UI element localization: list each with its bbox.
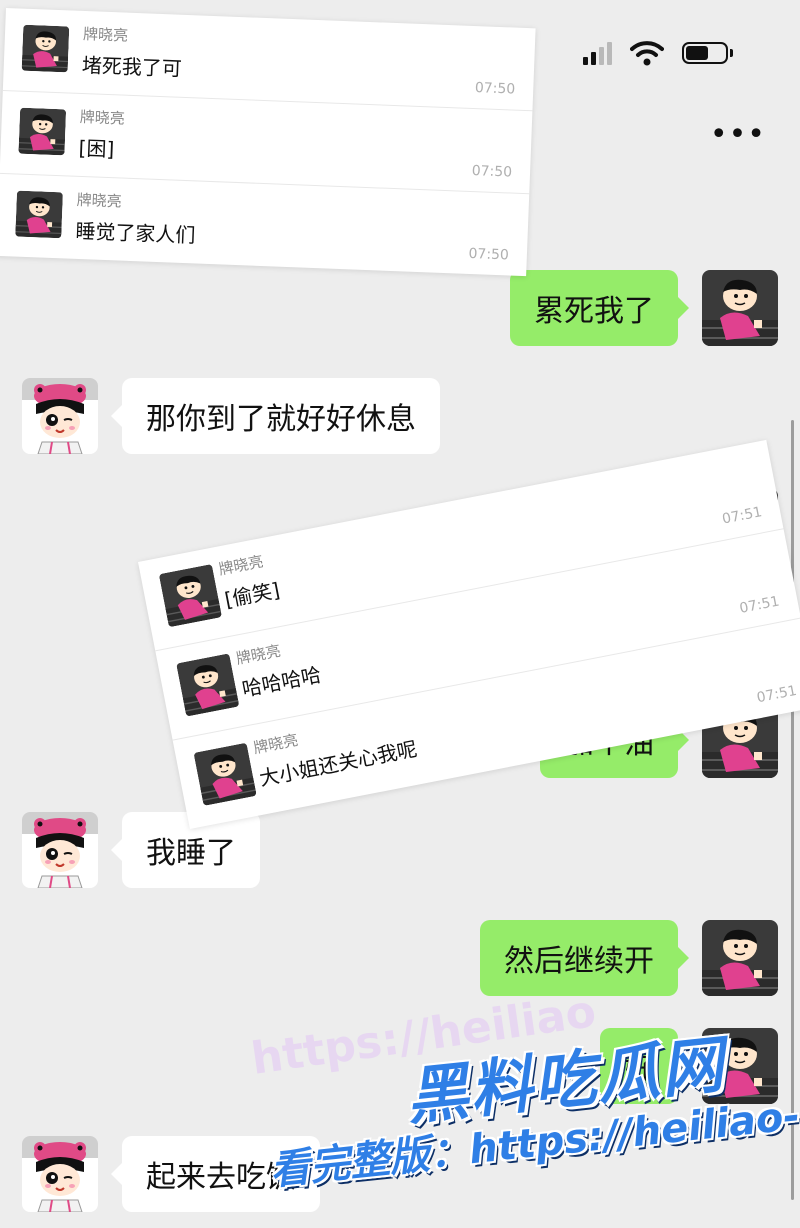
notification-card: 牌晓亮 堵死我了可 07:50 牌晓亮 [困] 07:50 牌晓亮 睡觉了家人们… <box>0 8 536 277</box>
wifi-icon <box>630 41 664 66</box>
avatar <box>18 107 67 156</box>
battery-level <box>686 46 708 60</box>
message-bubble-out[interactable]: 累死我了 <box>510 270 689 346</box>
message-text: [困] <box>78 135 115 162</box>
avatar <box>15 190 63 239</box>
message-bubble-in[interactable]: 那你到了就好好休息 <box>111 378 440 454</box>
avatar-contact[interactable] <box>22 812 98 888</box>
avatar-contact[interactable] <box>22 378 98 454</box>
avatar-self[interactable] <box>702 920 778 996</box>
avatar <box>176 653 240 717</box>
timestamp: 07:50 <box>468 245 510 264</box>
more-icon[interactable]: ••• <box>710 120 766 150</box>
avatar-self[interactable] <box>702 270 778 346</box>
sender-name: 牌晓亮 <box>82 24 129 45</box>
message-text: 睡觉了家人们 <box>75 218 196 248</box>
notification-card: 牌晓亮 [偷笑] 07:51 牌晓亮 哈哈哈哈 07:51 牌晓亮 大小姐还关心… <box>138 439 800 830</box>
battery-icon <box>682 42 733 64</box>
message-bubble-out[interactable]: 然后继续开 <box>480 920 689 996</box>
timestamp: 07:51 <box>738 593 781 617</box>
avatar <box>193 742 257 806</box>
sender-name: 牌晓亮 <box>217 552 265 579</box>
sender-name: 牌晓亮 <box>251 730 300 758</box>
avatar-contact[interactable] <box>22 1136 98 1212</box>
sender-name: 牌晓亮 <box>234 641 283 668</box>
timestamp: 07:50 <box>474 80 516 98</box>
status-bar <box>583 40 733 66</box>
signal-icon <box>583 41 612 65</box>
message-text: 堵死我了可 <box>81 52 183 81</box>
avatar <box>21 24 70 73</box>
avatar <box>158 563 223 628</box>
timestamp: 07:51 <box>720 504 764 528</box>
sender-name: 牌晓亮 <box>79 107 126 128</box>
timestamp: 07:51 <box>755 682 799 707</box>
message-text: [偷笑] <box>222 577 282 612</box>
sender-name: 牌晓亮 <box>76 190 123 211</box>
timestamp: 07:50 <box>471 163 513 181</box>
